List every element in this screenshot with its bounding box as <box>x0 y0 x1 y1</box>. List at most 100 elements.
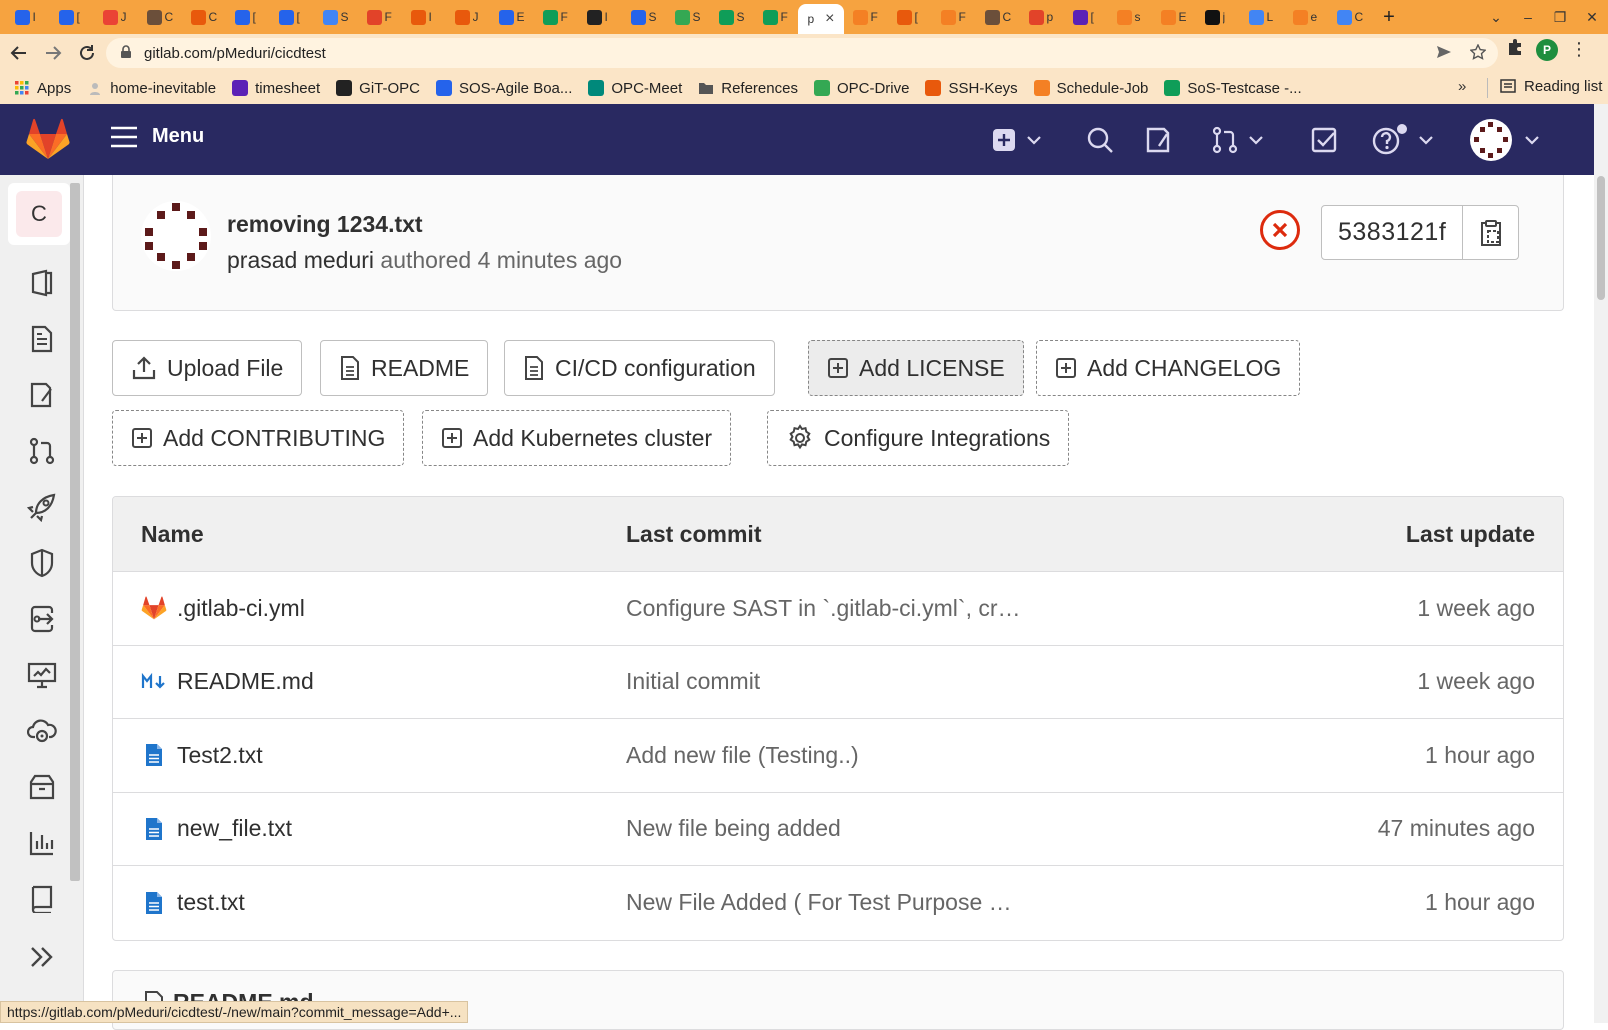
file-name-link[interactable]: Test2.txt <box>177 742 263 769</box>
puzzle-extensions-icon[interactable] <box>1506 38 1524 61</box>
upload-file-button[interactable]: Upload File <box>112 340 303 396</box>
commit-author-link[interactable]: prasad meduri <box>227 247 374 273</box>
sidebar-scrollbar[interactable] <box>70 183 80 881</box>
bookmark-item[interactable]: Schedule-Job <box>1033 80 1148 97</box>
sidebar-security[interactable] <box>26 547 58 579</box>
browser-tab[interactable]: [ <box>1064 4 1108 30</box>
browser-tab[interactable]: C <box>1328 4 1372 30</box>
bookmark-item[interactable]: timesheet <box>232 80 320 97</box>
restore-button[interactable]: ❐ <box>1544 9 1576 26</box>
sidebar-monitor[interactable] <box>26 659 58 691</box>
file-name-cell[interactable]: test.txt <box>141 866 245 940</box>
issues-button[interactable] <box>1144 124 1172 156</box>
last-commit-link[interactable]: New file being added <box>626 793 841 866</box>
sidebar-collapse-button[interactable] <box>26 941 58 973</box>
table-row[interactable]: .gitlab-ci.yml Configure SAST in `.gitlab… <box>113 572 1563 646</box>
sidebar-infrastructure[interactable] <box>26 715 58 747</box>
bookmark-star-icon[interactable] <box>1469 43 1487 64</box>
last-commit-link[interactable]: Initial commit <box>626 646 760 719</box>
file-name-cell[interactable]: Test2.txt <box>141 719 263 792</box>
bookmark-item[interactable]: GiT-OPC <box>336 80 420 97</box>
browser-tab[interactable]: J <box>94 4 138 30</box>
table-row[interactable]: README.md Initial commit 1 week ago <box>113 646 1563 719</box>
browser-tab[interactable]: [ <box>226 4 270 30</box>
browser-tab[interactable]: J <box>446 4 490 30</box>
file-name-cell[interactable]: new_file.txt <box>141 793 292 866</box>
browser-tab[interactable]: I <box>578 4 622 30</box>
lock-icon[interactable] <box>120 44 136 62</box>
page-scrollbar[interactable] <box>1594 104 1608 1023</box>
readme-button[interactable]: README <box>320 340 489 396</box>
browser-tab[interactable]: I <box>6 4 50 30</box>
profile-avatar[interactable]: P <box>1536 38 1558 61</box>
bookmark-item[interactable]: SOS-Agile Boa... <box>436 80 572 97</box>
bookmark-item[interactable]: SSH-Keys <box>925 80 1018 97</box>
copy-sha-button[interactable] <box>1462 206 1518 259</box>
browser-tab[interactable]: S <box>710 4 754 30</box>
browser-tab[interactable]: F <box>754 4 798 30</box>
commit-title[interactable]: removing 1234.txt <box>227 211 423 238</box>
file-name-cell[interactable]: .gitlab-ci.yml <box>141 572 305 645</box>
project-avatar[interactable]: C <box>8 183 70 245</box>
send-icon[interactable] <box>1436 44 1452 64</box>
file-name-cell[interactable]: README.md <box>141 646 314 719</box>
file-name-link[interactable]: .gitlab-ci.yml <box>177 595 305 622</box>
todos-button[interactable] <box>1310 124 1338 156</box>
new-dropdown-button[interactable] <box>992 124 1042 156</box>
address-bar[interactable]: gitlab.com/pMeduri/cicdtest <box>106 38 1498 68</box>
browser-tab[interactable]: e <box>1284 4 1328 30</box>
sidebar-wiki[interactable] <box>26 883 58 915</box>
configure-integrations-button[interactable]: Configure Integrations <box>767 410 1070 466</box>
browser-tab[interactable]: F <box>932 4 976 30</box>
reload-button[interactable] <box>72 38 102 68</box>
bookmark-item[interactable]: OPC-Drive <box>813 80 909 97</box>
reading-list-button[interactable]: Reading list <box>1487 78 1602 98</box>
sidebar-repository[interactable] <box>26 323 58 355</box>
browser-tab[interactable]: L <box>1240 4 1284 30</box>
page-scrollbar-thumb[interactable] <box>1597 176 1605 300</box>
bookmark-item[interactable]: Apps <box>14 80 71 97</box>
last-commit-link[interactable]: Add new file (Testing..) <box>626 719 859 792</box>
browser-tab[interactable]: S <box>622 4 666 30</box>
last-commit-link[interactable]: New File Added ( For Test Purpose … <box>626 866 1012 940</box>
sidebar-issues[interactable] <box>26 379 58 411</box>
forward-button[interactable] <box>38 38 68 68</box>
kebab-menu-icon[interactable]: ⋮ <box>1570 39 1588 60</box>
sidebar-merge-requests[interactable] <box>26 435 58 467</box>
bookmark-item[interactable]: OPC-Meet <box>588 80 682 97</box>
merge-requests-button[interactable] <box>1212 124 1264 156</box>
bookmark-item[interactable]: home-inevitable <box>87 80 216 97</box>
file-name-link[interactable]: new_file.txt <box>177 815 292 842</box>
browser-tab[interactable]: F <box>844 4 888 30</box>
browser-tab[interactable]: s <box>1108 4 1152 30</box>
bookmark-item[interactable]: References <box>698 80 798 97</box>
browser-tab[interactable]: F <box>534 4 578 30</box>
browser-tab[interactable]: E <box>490 4 534 30</box>
file-name-link[interactable]: test.txt <box>177 889 245 916</box>
browser-tab[interactable]: j <box>1196 4 1240 30</box>
sidebar-packages[interactable] <box>26 771 58 803</box>
tab-search-icon[interactable]: ⌄ <box>1480 9 1512 26</box>
sidebar-project-information[interactable] <box>26 267 58 299</box>
search-button[interactable] <box>1086 124 1114 156</box>
gitlab-logo-icon[interactable] <box>26 118 70 165</box>
browser-tab[interactable]: C <box>182 4 226 30</box>
browser-tab[interactable]: I <box>402 4 446 30</box>
sidebar-ci-cd[interactable] <box>26 491 58 523</box>
table-row[interactable]: Test2.txt Add new file (Testing..) 1 hour … <box>113 719 1563 793</box>
close-window-button[interactable]: ✕ <box>1576 9 1608 26</box>
url-text[interactable]: gitlab.com/pMeduri/cicdtest <box>144 45 326 62</box>
pipeline-status-failed[interactable] <box>1259 209 1301 251</box>
table-row[interactable]: test.txt New File Added ( For Test Purpos… <box>113 866 1563 940</box>
commit-sha[interactable]: 5383121f <box>1322 206 1462 259</box>
new-tab-button[interactable]: + <box>1372 4 1406 30</box>
browser-tab[interactable]: p <box>1020 4 1064 30</box>
browser-tab[interactable]: C <box>976 4 1020 30</box>
commit-author-avatar[interactable] <box>141 201 211 271</box>
bookmark-item[interactable]: SoS-Testcase -... <box>1164 80 1302 97</box>
ci-cd-configuration-button[interactable]: CI/CD configuration <box>504 340 775 396</box>
browser-tab-active[interactable]: p × <box>798 4 844 34</box>
menu-button[interactable]: Menu <box>110 125 204 148</box>
sidebar-deployments[interactable] <box>26 603 58 635</box>
last-commit-link[interactable]: Configure SAST in `.gitlab-ci.yml`, cr… <box>626 572 1021 645</box>
